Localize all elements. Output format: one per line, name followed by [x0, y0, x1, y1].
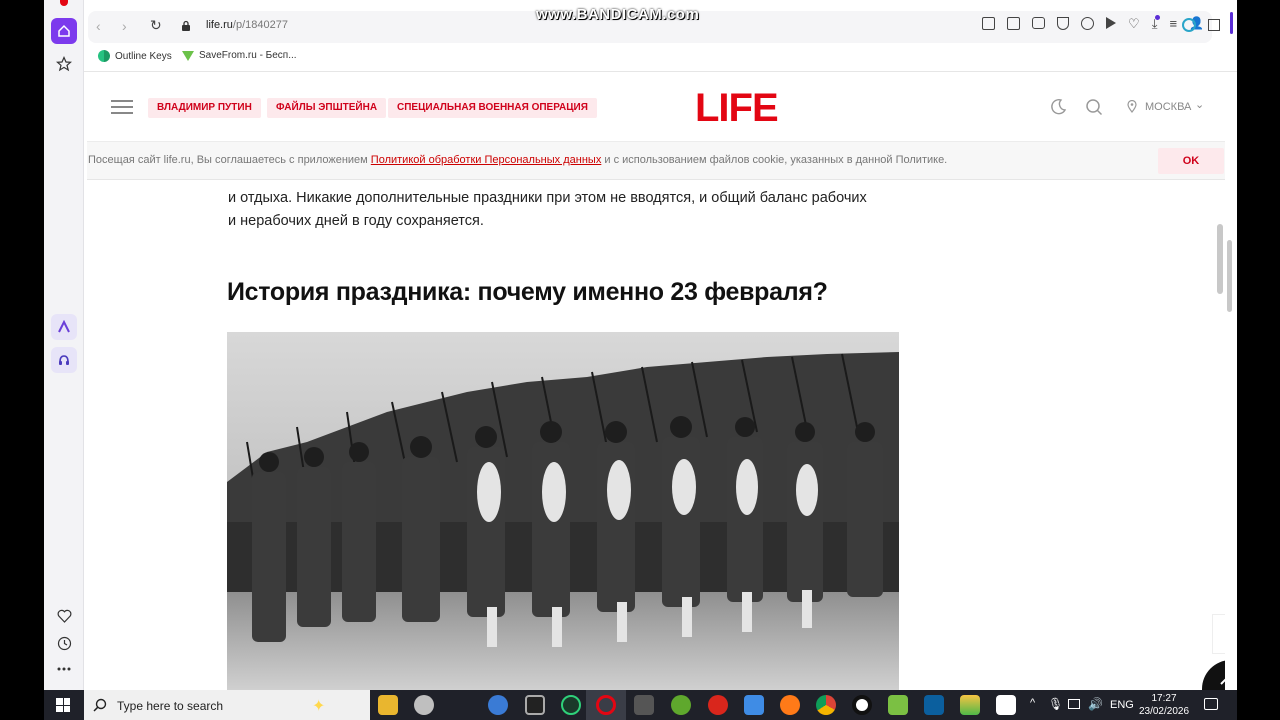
- more-icon[interactable]: [51, 656, 77, 682]
- bookmark-savefrom[interactable]: SaveFrom.ru - Бесп...: [182, 50, 297, 61]
- tag-putin[interactable]: ВЛАДИМИР ПУТИН: [148, 98, 261, 118]
- chrome-icon[interactable]: [816, 695, 836, 715]
- home-icon[interactable]: [51, 18, 77, 44]
- shield-icon[interactable]: [1057, 17, 1070, 30]
- camera-icon[interactable]: [1032, 17, 1046, 29]
- network-icon[interactable]: [1068, 699, 1080, 709]
- reader-icon[interactable]: [982, 17, 996, 30]
- star-icon[interactable]: [51, 51, 77, 77]
- tag-svo[interactable]: СПЕЦИАЛЬНАЯ ВОЕННАЯ ОПЕРАЦИЯ: [388, 98, 597, 118]
- file-explorer-icon[interactable]: [378, 695, 398, 715]
- lock-icon[interactable]: [181, 19, 191, 37]
- bookmark-label: SaveFrom.ru - Бесп...: [199, 50, 297, 61]
- clock[interactable]: 17:27 23/02/2026: [1134, 692, 1194, 718]
- scroll-top-button[interactable]: [1202, 660, 1225, 690]
- bookmarks-bar: Outline Keys SaveFrom.ru - Бесп...: [84, 46, 1237, 72]
- windows-taskbar: Type here to search ✦ ^ 🎙 🔊 ENG 17:27 23…: [44, 690, 1237, 720]
- microphone-icon[interactable]: 🎙: [1048, 697, 1063, 711]
- media-icon[interactable]: [525, 695, 545, 715]
- language-indicator[interactable]: ENG: [1110, 699, 1134, 711]
- vpn-app-icon[interactable]: [561, 695, 581, 715]
- windows-start-icon[interactable]: [56, 698, 70, 712]
- hamburger-menu-icon[interactable]: [111, 100, 133, 114]
- privacy-policy-link[interactable]: Политикой обработки Персональных данных: [371, 154, 602, 166]
- url-text[interactable]: life.ru/p/1840277: [206, 19, 288, 31]
- play-icon[interactable]: [1106, 17, 1117, 29]
- volume-icon[interactable]: 🔊: [1088, 697, 1103, 711]
- chevron-down-icon[interactable]: ⌄: [1195, 98, 1204, 111]
- edit-icon[interactable]: [1007, 17, 1021, 30]
- dark-mode-icon[interactable]: [1049, 98, 1067, 121]
- capcut-icon[interactable]: [996, 695, 1016, 715]
- article-paragraph: и отдыха. Никакие дополнительные праздни…: [228, 190, 867, 229]
- video-editor-icon[interactable]: [634, 695, 654, 715]
- screen-app-icon[interactable]: [924, 695, 944, 715]
- sidebar-accent: [1230, 12, 1233, 34]
- cookie-text: Посещая сайт life.ru, Вы соглашаетесь с …: [88, 154, 948, 166]
- location-pin-icon: [1127, 99, 1137, 118]
- site-header: ВЛАДИМИР ПУТИН ФАЙЛЫ ЭПШТЕЙНА СПЕЦИАЛЬНА…: [87, 74, 1225, 142]
- back-icon[interactable]: ‹: [96, 18, 101, 34]
- search-icon: [93, 698, 107, 717]
- translate-icon[interactable]: [1081, 17, 1095, 30]
- download-icon[interactable]: ⤓: [1152, 15, 1161, 30]
- music-player-icon[interactable]: [51, 347, 77, 373]
- extensions-icon[interactable]: [1208, 19, 1220, 31]
- forward-icon[interactable]: ›: [122, 18, 127, 34]
- web-page: ВЛАДИМИР ПУТИН ФАЙЛЫ ЭПШТЕЙНА СПЕЦИАЛЬНА…: [87, 74, 1225, 690]
- browser-sidebar: [44, 0, 84, 690]
- sparkle-icon: ✦: [312, 698, 326, 715]
- app-icon[interactable]: [414, 695, 434, 715]
- watermark: www.BANDICAM.com: [536, 6, 700, 23]
- search-placeholder: Type here to search: [117, 699, 224, 713]
- bookmark-outline-keys[interactable]: Outline Keys: [98, 50, 172, 62]
- tag-epstein[interactable]: ФАЙЛЫ ЭПШТЕЙНА: [267, 98, 387, 118]
- site-logo[interactable]: LIFE: [695, 86, 779, 131]
- qbittorrent-icon[interactable]: [488, 695, 508, 715]
- browser-window: ‹ › ↻ life.ru/p/1840277 ♡ ⤓ ≡ 👤 Outline …: [44, 0, 1237, 690]
- tray-chevron-icon[interactable]: ^: [1030, 697, 1035, 709]
- green-app-icon[interactable]: [671, 695, 691, 715]
- article-photo-soldiers[interactable]: [227, 332, 899, 690]
- reload-icon[interactable]: ↻: [150, 17, 162, 34]
- history-icon[interactable]: [51, 630, 77, 656]
- store-icon[interactable]: [744, 695, 764, 715]
- search-icon[interactable]: [1085, 98, 1103, 121]
- clock-date: 23/02/2026: [1138, 706, 1190, 717]
- city-select[interactable]: МОСКВА: [1145, 101, 1191, 113]
- article-heading: История праздника: почему именно 23 февр…: [227, 278, 828, 306]
- red-app-icon[interactable]: [708, 695, 728, 715]
- notifications-icon[interactable]: [1204, 698, 1218, 710]
- toolbar-icons: ♡ ⤓ ≡ 👤: [982, 15, 1212, 30]
- page-scrollbar[interactable]: [1217, 224, 1223, 294]
- vpn-icon[interactable]: [1182, 18, 1196, 32]
- clock-time: 17:27: [1151, 693, 1177, 704]
- savefrom-icon: [182, 50, 194, 61]
- menu-lines-icon[interactable]: ≡: [1169, 17, 1177, 30]
- bookmark-label: Outline Keys: [115, 50, 172, 62]
- w-app-icon[interactable]: [888, 695, 908, 715]
- firefox-icon[interactable]: [780, 695, 800, 715]
- taskbar-search-box[interactable]: Type here to search ✦: [84, 690, 370, 720]
- cookie-ok-button[interactable]: OK: [1158, 148, 1224, 174]
- heart-outline-icon[interactable]: ♡: [1128, 17, 1140, 30]
- browser-scrollbar-thumb[interactable]: [1227, 240, 1232, 312]
- opera-icon[interactable]: [596, 695, 616, 715]
- aria-ai-icon[interactable]: [51, 314, 77, 340]
- cookie-banner: Посещая сайт life.ru, Вы соглашаетесь с …: [87, 142, 1225, 180]
- scroll-up-button[interactable]: [1212, 614, 1225, 654]
- bluestacks-icon[interactable]: [960, 695, 980, 715]
- heart-icon[interactable]: [51, 603, 77, 629]
- outline-icon: [98, 50, 110, 62]
- record-icon[interactable]: [852, 695, 872, 715]
